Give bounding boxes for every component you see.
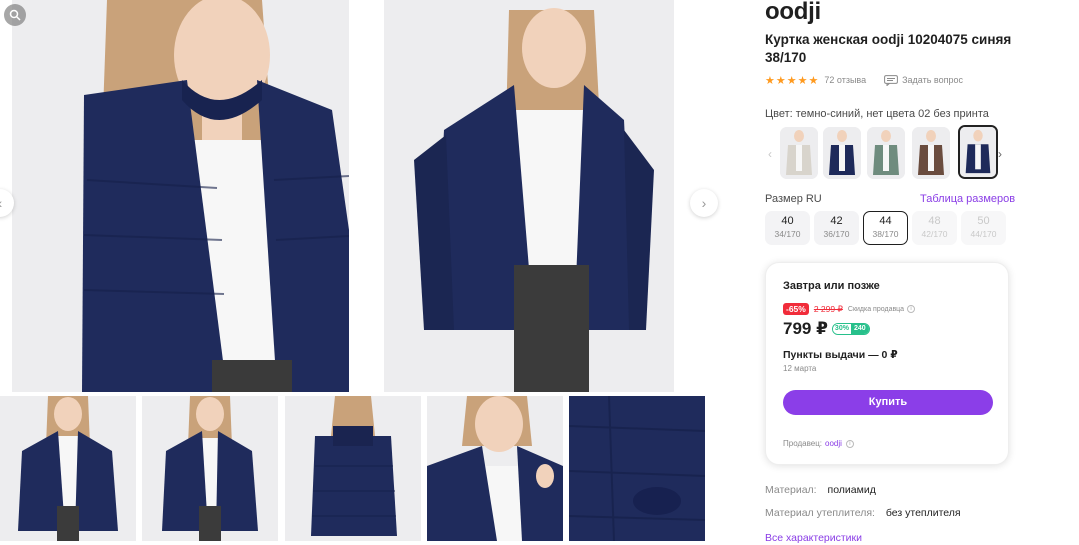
size-height: 44/170 xyxy=(970,229,997,239)
color-swatch-brown[interactable] xyxy=(912,127,950,179)
info-icon[interactable]: i xyxy=(907,305,916,313)
thumbnail-4[interactable] xyxy=(427,396,563,541)
thumbnail-3[interactable] xyxy=(285,396,421,541)
spec-row-insulation: Материал утеплителя: без утеплителя xyxy=(765,507,961,519)
ask-question-button[interactable]: Задать вопрос xyxy=(884,74,963,86)
gallery-next-button[interactable]: › xyxy=(690,189,718,217)
all-specs-link[interactable]: Все характеристики xyxy=(765,532,862,544)
spec-key: Материал утеплителя: xyxy=(765,507,875,519)
star-icon: ★ xyxy=(775,74,786,87)
size-option-48[interactable]: 48 42/170 xyxy=(912,211,957,245)
price: 799 ₽ xyxy=(783,319,828,338)
size-value: 44 xyxy=(879,215,892,227)
thumbnail-1[interactable] xyxy=(0,396,136,541)
size-label: Размер RU xyxy=(765,193,822,205)
size-height: 38/170 xyxy=(872,229,899,239)
chevron-right-icon: › xyxy=(701,195,707,211)
star-icon: ★ xyxy=(797,74,808,87)
main-photo-front[interactable] xyxy=(12,0,349,392)
main-photo-side[interactable] xyxy=(384,0,674,392)
size-value: 42 xyxy=(830,215,843,227)
seller-row: Продавец: oodji i xyxy=(783,439,854,448)
bonus-percent: 30% xyxy=(832,324,851,334)
price-row: 799 ₽ 30% 240 xyxy=(783,319,870,339)
spec-value: полиамид xyxy=(827,484,876,496)
size-value: 48 xyxy=(928,215,941,227)
star-icon: ★ xyxy=(808,74,819,87)
color-swatch-green[interactable] xyxy=(867,127,905,179)
size-option-40[interactable]: 40 34/170 xyxy=(765,211,810,245)
star-icon: ★ xyxy=(765,74,775,87)
size-table-link[interactable]: Таблица размеров xyxy=(920,193,1015,205)
search-icon xyxy=(9,9,21,21)
bonus-badge[interactable]: 30% 240 xyxy=(831,323,870,335)
color-swatch-beige[interactable] xyxy=(780,127,818,179)
buy-card: Завтра или позже -65% 2 299 ₽ Скидка про… xyxy=(765,262,1009,465)
info-icon[interactable]: i xyxy=(845,439,854,448)
seller-name[interactable]: oodji xyxy=(825,439,842,448)
color-swatches: ‹ › xyxy=(765,125,1010,180)
ask-question-label: Задать вопрос xyxy=(902,75,963,85)
pickup-cost: Пункты выдачи — 0 ₽ xyxy=(783,349,898,361)
size-option-42[interactable]: 42 36/170 xyxy=(814,211,859,245)
discount-row: -65% 2 299 ₽ Скидка продавца i xyxy=(783,303,916,315)
color-label: Цвет: темно-синий, нет цвета 02 без прин… xyxy=(765,108,989,120)
size-option-44[interactable]: 44 38/170 xyxy=(863,211,908,245)
discount-note: Скидка продавца xyxy=(847,305,905,313)
product-gallery: ‹ › xyxy=(0,0,718,545)
buy-button[interactable]: Купить xyxy=(783,390,993,415)
rating-row: ★ ★ ★ ★ ★ 72 отзыва Задать вопрос xyxy=(765,73,963,87)
discount-badge: -65% xyxy=(783,303,809,315)
size-value: 40 xyxy=(781,215,794,227)
thumbnail-5[interactable] xyxy=(569,396,705,541)
pickup-date: 12 марта xyxy=(783,364,817,373)
spec-row-material: Материал: полиамид xyxy=(765,484,876,496)
size-value: 50 xyxy=(977,215,990,227)
chevron-left-icon[interactable]: ‹ xyxy=(768,147,772,161)
product-title: Куртка женская oodji 10204075 синяя 38/1… xyxy=(765,32,1012,65)
spec-key: Материал: xyxy=(765,484,817,496)
color-swatch-navy-selected[interactable] xyxy=(958,125,998,179)
seller-label: Продавец: xyxy=(783,439,823,448)
thumbnail-2[interactable] xyxy=(142,396,278,541)
chevron-right-icon[interactable]: › xyxy=(998,147,1002,161)
size-height: 34/170 xyxy=(774,229,801,239)
chat-icon xyxy=(884,74,899,86)
zoom-button[interactable] xyxy=(4,4,26,26)
color-swatch-navy[interactable] xyxy=(823,127,861,179)
delivery-date: Завтра или позже xyxy=(783,280,880,292)
spec-value: без утеплителя xyxy=(885,507,961,519)
old-price: 2 299 ₽ xyxy=(813,303,843,314)
size-option-50[interactable]: 50 44/170 xyxy=(961,211,1006,245)
size-height: 36/170 xyxy=(823,229,850,239)
size-height: 42/170 xyxy=(921,229,948,239)
star-icon: ★ xyxy=(786,74,797,87)
reviews-link[interactable]: 72 отзыва xyxy=(824,75,866,85)
bonus-points: 240 xyxy=(850,324,869,334)
chevron-left-icon: ‹ xyxy=(0,195,2,211)
brand-name[interactable]: oodji xyxy=(765,0,821,24)
size-options: 40 34/170 42 36/170 44 38/170 48 42/170 … xyxy=(765,211,1010,245)
